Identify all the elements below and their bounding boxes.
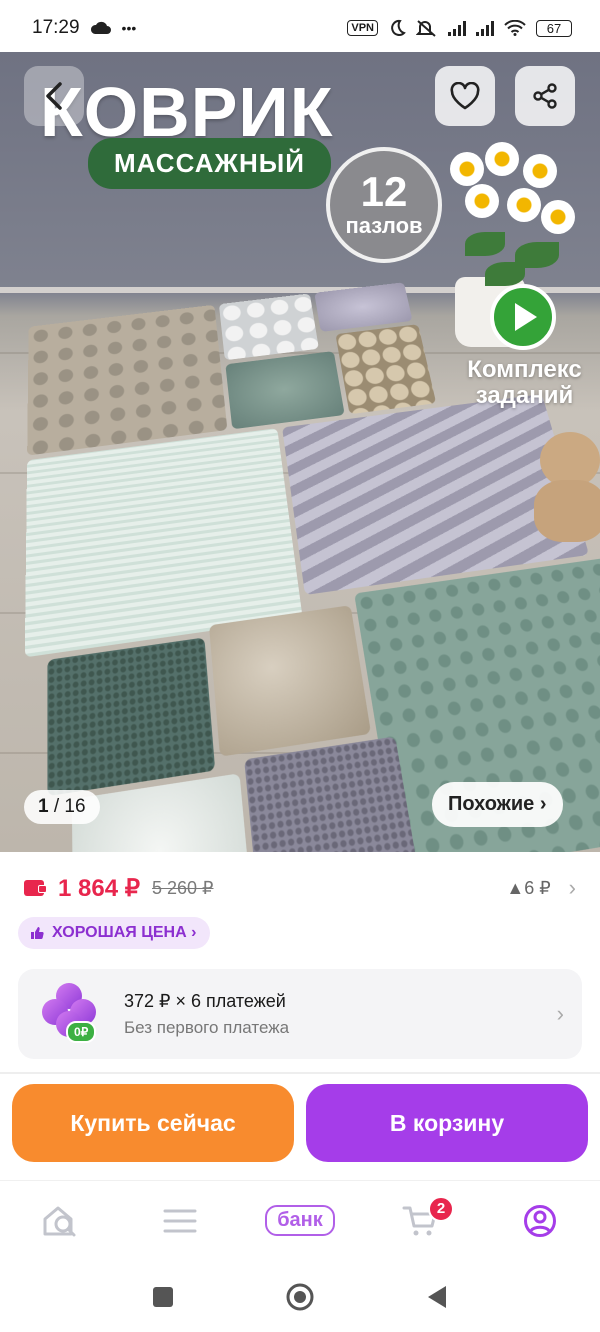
video-label-line1: Комплекс [467,356,582,383]
share-icon [533,83,557,109]
favorite-button[interactable] [435,66,495,126]
daisy [465,184,499,218]
bank-label: банк [265,1205,335,1236]
signal-2-icon [476,20,494,36]
current-price: 1 864 ₽ [58,874,140,902]
installment-text: 372 ₽ × 6 платежей Без первого платежа [124,991,289,1038]
leaf [485,262,525,286]
daisy [450,152,484,186]
status-right: VPN 67 [347,19,572,37]
cart-count-badge: 2 [428,1195,454,1222]
share-button[interactable] [515,66,575,126]
back-icon [46,82,62,110]
daisy [541,200,575,234]
home-search-icon [43,1206,76,1236]
daisy [523,154,557,188]
chevron-right-icon: › [568,875,576,900]
moon-icon [391,19,406,36]
daisy [507,188,541,222]
heart-icon [450,82,480,110]
profile-icon [524,1204,556,1237]
nav-home[interactable] [10,1186,110,1256]
status-time: 17:29 [32,17,80,38]
bear-body [534,480,600,542]
massage-mat-picture [21,267,600,852]
wallet-icon [24,880,47,896]
installment-note: Без первого платежа [124,1017,290,1037]
puzzle-count: 12 [360,168,408,215]
old-price: 5 260 ₽ [152,877,214,898]
status-more: ••• [121,20,137,36]
price-history-button[interactable]: ▲6 ₽ › [506,875,576,901]
leaf [465,232,505,256]
nav-bank[interactable]: банк [250,1186,350,1256]
good-price-badge[interactable]: ХОРОШАЯ ЦЕНА › [18,917,211,949]
video-label-line2: заданий [475,382,574,410]
status-left: 17:29 ••• [32,17,136,39]
price-change: ▲6 ₽ [506,877,551,898]
installment-amount: 372 ₽ × 6 платежей [124,990,286,1011]
signal-1-icon [448,20,466,36]
chevron-right-icon: › [556,1001,564,1026]
catalog-icon [163,1209,197,1232]
price-row: 1 864 ₽ 5 260 ₽ ▲6 ₽ › [24,870,576,906]
installment-card[interactable]: 0₽ 372 ₽ × 6 платежей Без первого платеж… [18,969,582,1059]
image-counter: 1 / 16 [24,790,100,824]
clover-icon: 0₽ [36,981,102,1047]
bottom-navigation: банк 2 [0,1180,600,1260]
image-counter-current: 1 [38,796,49,817]
mat-tile [27,304,228,456]
mat-tile [47,637,216,797]
image-counter-total: / 16 [53,796,86,817]
puzzle-count-label: пазлов [345,213,423,238]
nav-catalog[interactable] [130,1186,230,1256]
vpn-icon: VPN [347,20,378,36]
mat-tile [208,605,372,757]
buy-now-button[interactable]: Купить сейчас [12,1084,294,1162]
wifi-icon [504,20,526,36]
similar-button[interactable]: Похожие › [432,782,563,827]
product-image-gallery[interactable]: КОВРИК МАССАЖНЫЙ 12 пазлов Комплекс зада… [0,52,600,852]
thumb-up-icon [31,927,44,939]
mute-icon [416,20,436,37]
divider [0,1072,600,1074]
add-to-cart-button[interactable]: В корзину [306,1084,588,1162]
nav-cart[interactable]: 2 [370,1186,470,1256]
cloud-icon [90,21,111,34]
system-navigation [0,1262,600,1332]
good-price-label: ХОРОШАЯ ЦЕНА › [52,924,197,941]
daisy [485,142,519,176]
battery-icon: 67 [536,19,572,37]
mat-tile [218,293,319,361]
square-icon[interactable] [151,1285,175,1309]
mat-tile [225,351,345,430]
mat-tile [335,324,437,415]
banner-subtitle: МАССАЖНЫЙ [88,138,331,189]
nav-profile[interactable] [490,1186,590,1256]
triangle-back-icon[interactable] [425,1284,449,1310]
back-button[interactable] [24,66,84,126]
status-bar: 17:29 ••• VPN 67 [0,0,600,56]
product-page: 17:29 ••• VPN 67 КОВРИК МАССАЖНЫЙ 12 паз… [0,0,600,1332]
puzzle-count-badge: 12 пазлов [326,147,442,263]
video-label: Комплекс заданий [452,356,597,410]
circle-icon[interactable] [285,1282,315,1312]
teddy-bear [530,432,600,542]
zero-payment-badge: 0₽ [66,1021,97,1043]
play-icon[interactable] [490,284,556,350]
